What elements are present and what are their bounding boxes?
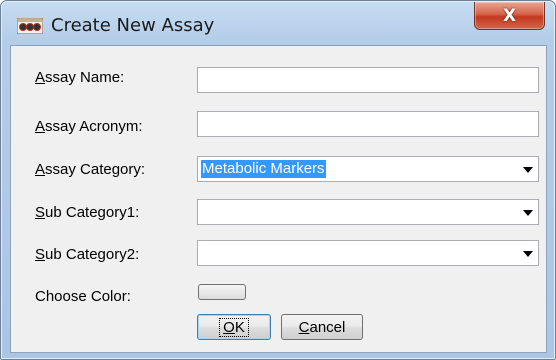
dialog-body: Assay Name: Assay Acronym: Assay Categor… <box>10 45 547 353</box>
assay-app-icon <box>16 17 44 35</box>
choose-color-button[interactable] <box>198 284 246 300</box>
assay-acronym-label: Assay Acronym: <box>35 118 143 135</box>
choose-color-label: Choose Color: <box>35 288 131 305</box>
title-bar[interactable]: Create New Assay X <box>1 1 555 45</box>
sub-category2-select[interactable] <box>197 240 539 266</box>
ok-button-label: OK <box>219 317 249 337</box>
close-button[interactable]: X <box>474 2 545 30</box>
cancel-button[interactable]: Cancel <box>281 314 363 340</box>
assay-name-label: Assay Name: <box>35 69 125 86</box>
assay-name-input[interactable] <box>197 67 539 93</box>
ok-button[interactable]: OK <box>197 314 271 340</box>
sub-category1-label: Sub Category1: <box>35 204 140 221</box>
chevron-down-icon[interactable] <box>523 167 533 173</box>
create-assay-dialog: Create New Assay X Assay Name: Assay Acr… <box>0 0 556 360</box>
assay-acronym-input[interactable] <box>197 111 539 137</box>
window-title: Create New Assay <box>51 15 215 36</box>
assay-category-label: Assay Category: <box>35 161 146 178</box>
assay-category-select[interactable]: Metabolic Markers <box>197 156 539 182</box>
sub-category1-select[interactable] <box>197 199 539 225</box>
assay-category-value: Metabolic Markers <box>201 160 326 178</box>
close-icon: X <box>502 5 517 26</box>
cancel-button-label: Cancel <box>298 318 346 336</box>
chevron-down-icon[interactable] <box>523 251 533 257</box>
sub-category2-label: Sub Category2: <box>35 246 140 263</box>
chevron-down-icon[interactable] <box>523 210 533 216</box>
